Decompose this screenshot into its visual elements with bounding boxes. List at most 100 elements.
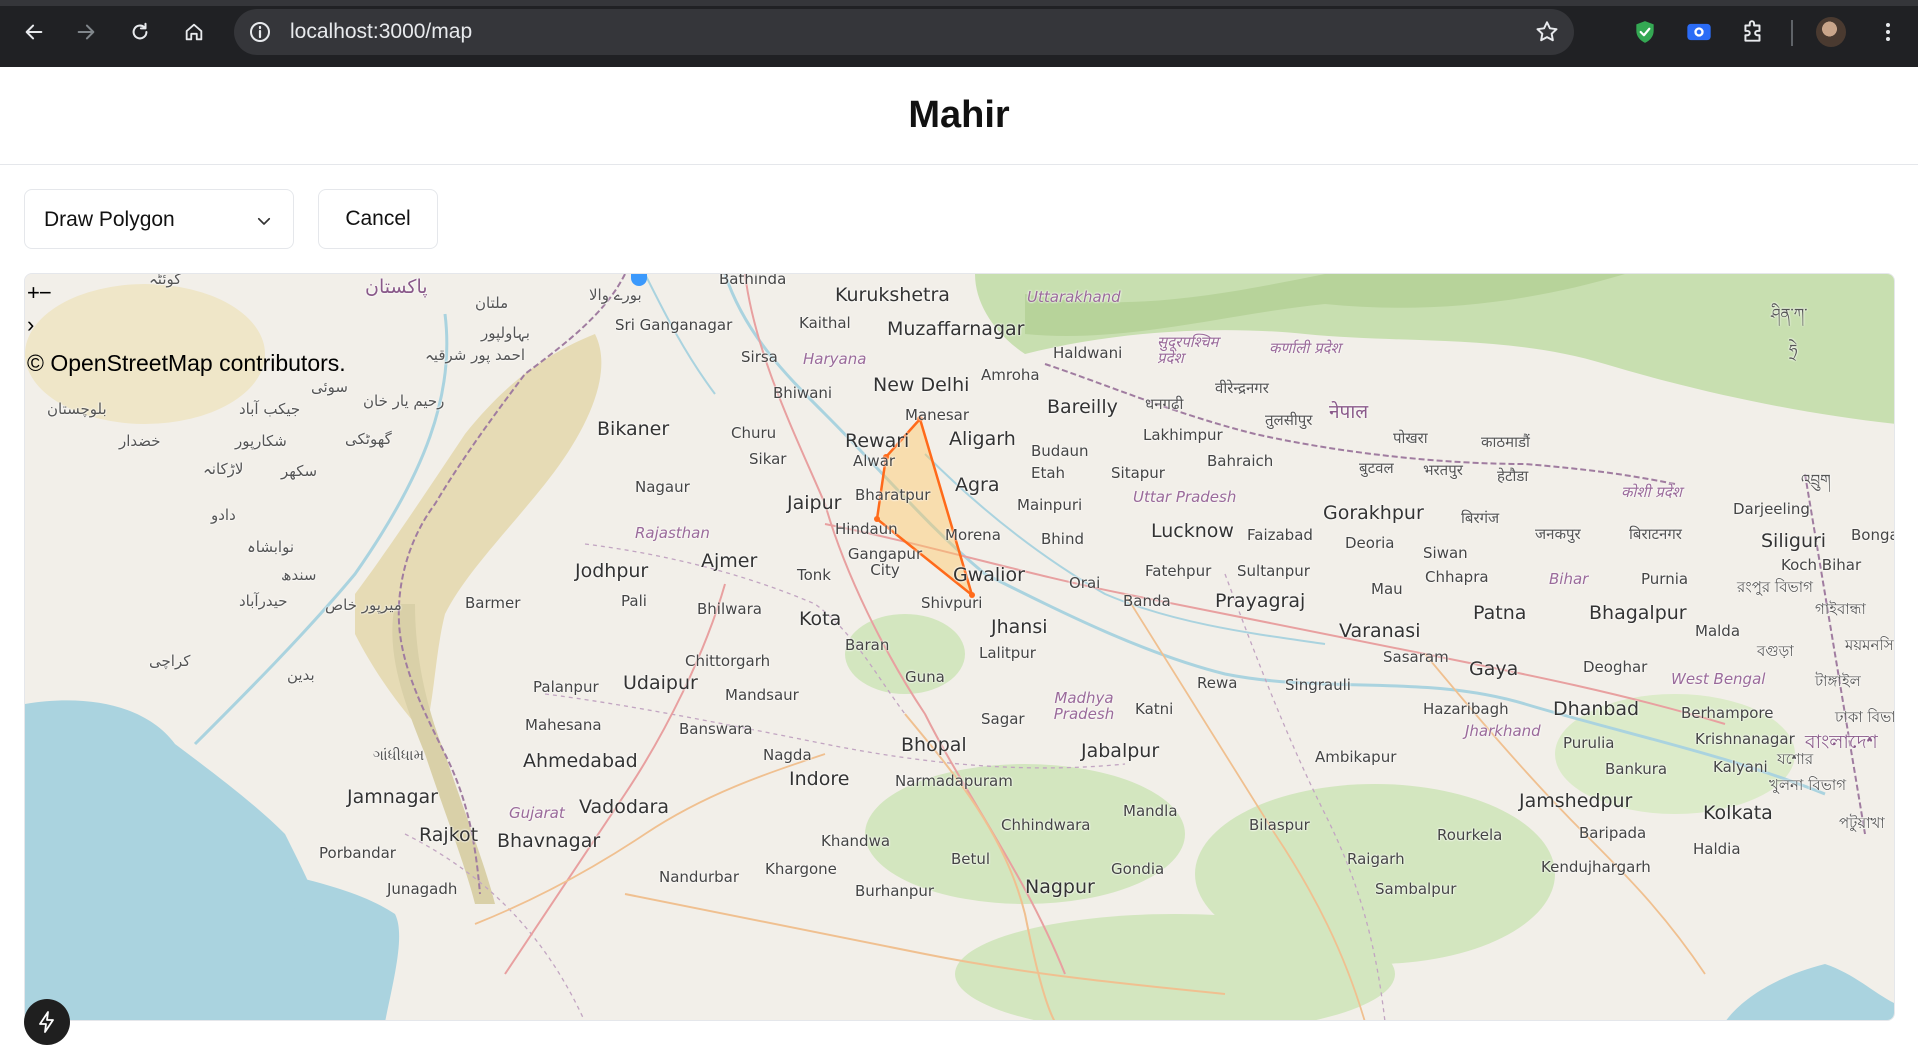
map-label: Krishnanagar <box>1695 730 1795 748</box>
map-label: Alwar <box>853 452 896 470</box>
map-label: Junagadh <box>387 880 458 898</box>
map-label: Gondia <box>1111 860 1165 878</box>
lightning-bolt-button[interactable] <box>24 999 70 1045</box>
map-label: Morena <box>945 526 1001 544</box>
map-label: Haldwani <box>1053 344 1123 362</box>
attribution-toggle-button[interactable]: › <box>27 312 34 338</box>
map-label: कोशी प्रदेश <box>1621 483 1682 501</box>
map-label: ঢাকা বিভা <box>1835 708 1895 726</box>
map-label: احمد پور شرقیہ <box>425 346 526 364</box>
drawing-mode-select[interactable]: Draw Polygon <box>24 189 294 249</box>
map-label: پاکستان <box>365 276 428 298</box>
map-label: Bhind <box>1041 530 1084 548</box>
map-label: Bankura <box>1605 760 1668 778</box>
map-label: Kolkata <box>1703 802 1773 824</box>
map-label: بلوچستان <box>47 400 107 418</box>
map-label: Siliguri <box>1761 530 1827 552</box>
map-label: Nagpur <box>1025 876 1095 898</box>
map-label: Hindaun <box>835 520 898 538</box>
zoom-in-button[interactable]: + <box>27 280 40 305</box>
map-label: গাইবান্ধা <box>1815 600 1866 618</box>
map-label: Etah <box>1031 464 1066 482</box>
map-label: বাংলাদেশ <box>1805 731 1878 753</box>
map-label: Prayagraj <box>1215 590 1306 612</box>
map-label: འབྲུག <box>1801 471 1831 489</box>
map-label: Patna <box>1473 602 1527 624</box>
address-url[interactable]: localhost:3000/map <box>290 20 472 44</box>
map-label: Sambalpur <box>1375 880 1457 898</box>
map-label: Deoria <box>1345 534 1395 552</box>
map-label: Chhindwara <box>1001 816 1091 834</box>
map-label: Orai <box>1069 574 1101 592</box>
map-label: Singrauli <box>1285 676 1351 694</box>
map-label: Fatehpur <box>1145 562 1212 580</box>
map-label: Chhapra <box>1425 568 1489 586</box>
more-menu-icon[interactable] <box>1872 16 1904 48</box>
map-label: Dhanbad <box>1553 698 1640 720</box>
map-label: तुलसीपुर <box>1265 411 1313 429</box>
map-label: Pali <box>621 592 647 610</box>
home-icon[interactable] <box>176 14 212 50</box>
map-label: جیکب آباد <box>239 400 301 418</box>
map-label: کوئٹہ <box>149 273 182 288</box>
map-label: Indore <box>789 768 850 790</box>
map-label: بدین <box>287 666 315 684</box>
shield-extension-icon[interactable] <box>1629 16 1661 48</box>
map-label: धनगढी <box>1145 395 1184 413</box>
forward-arrow-icon[interactable] <box>68 14 104 50</box>
map-label: Tonk <box>797 566 831 584</box>
map-view[interactable]: Kurukshetra Uttarakhand Bathinda Kaithal… <box>24 273 1895 1021</box>
map-label: Sitapur <box>1111 464 1165 482</box>
map-label: Nagda <box>763 746 812 764</box>
map-label: Baran <box>845 636 890 654</box>
map-label: ময়মনসিং <box>1845 636 1895 654</box>
map-label: ཧྲེ <box>1789 341 1798 359</box>
map-label: Burhanpur <box>855 882 935 900</box>
map-label: Gaya <box>1469 658 1519 680</box>
map-label: Gangapur City <box>847 545 923 579</box>
map-label: Sultanpur <box>1237 562 1310 580</box>
map-label: Amroha <box>981 366 1040 384</box>
extensions-puzzle-icon[interactable] <box>1737 16 1769 48</box>
map-label: سکھر <box>281 462 318 480</box>
map-label: बिराटनगर <box>1629 525 1682 543</box>
map-label: Vadodara <box>579 796 670 818</box>
map-label: Barmer <box>465 594 521 612</box>
bookmark-star-icon[interactable] <box>1534 19 1560 45</box>
map-label: Sikar <box>749 450 787 468</box>
reload-icon[interactable] <box>122 14 158 50</box>
map-label: Budaun <box>1031 442 1089 460</box>
map-label: نوابشاہ <box>247 538 295 556</box>
map-label: Bikaner <box>597 418 670 440</box>
zoom-out-button[interactable]: − <box>39 280 52 305</box>
zoom-control: +− <box>27 280 52 306</box>
back-arrow-icon[interactable] <box>16 14 52 50</box>
map-label: Banda <box>1123 592 1171 610</box>
map-label: Bhavnagar <box>497 830 601 852</box>
map-label: Kaithal <box>799 314 851 332</box>
map-label: Manesar <box>905 406 970 424</box>
map-label: Gorakhpur <box>1323 502 1424 524</box>
map-label: Koch Bihar <box>1781 556 1862 574</box>
drawing-mode-value[interactable]: Draw Polygon <box>44 208 175 232</box>
map-label: بہاولپور <box>481 324 530 342</box>
map-label: Kurukshetra <box>835 284 950 306</box>
map-label: Bhagalpur <box>1589 602 1687 624</box>
map-label: Baripada <box>1579 824 1647 842</box>
map-label: Gujarat <box>509 804 565 822</box>
map-label: जनकपुर <box>1535 525 1581 543</box>
map-label: Jharkhand <box>1465 722 1541 740</box>
browser-toolbar: localhost:3000/map <box>0 0 1918 67</box>
cancel-button[interactable]: Cancel <box>318 189 438 249</box>
map-label: Berhampore <box>1681 704 1774 722</box>
chevron-down-icon <box>257 217 271 225</box>
site-info-icon[interactable] <box>248 20 272 44</box>
address-bar[interactable]: localhost:3000/map <box>234 9 1574 55</box>
map-label: Chittorgarh <box>685 652 771 670</box>
map-label: Sagar <box>981 710 1025 728</box>
screen-capture-extension-icon[interactable] <box>1683 16 1715 48</box>
profile-avatar[interactable] <box>1816 17 1846 47</box>
map-label: West Bengal <box>1671 670 1766 688</box>
lightning-bolt-icon <box>39 1011 54 1033</box>
map-label: Lucknow <box>1151 520 1234 542</box>
